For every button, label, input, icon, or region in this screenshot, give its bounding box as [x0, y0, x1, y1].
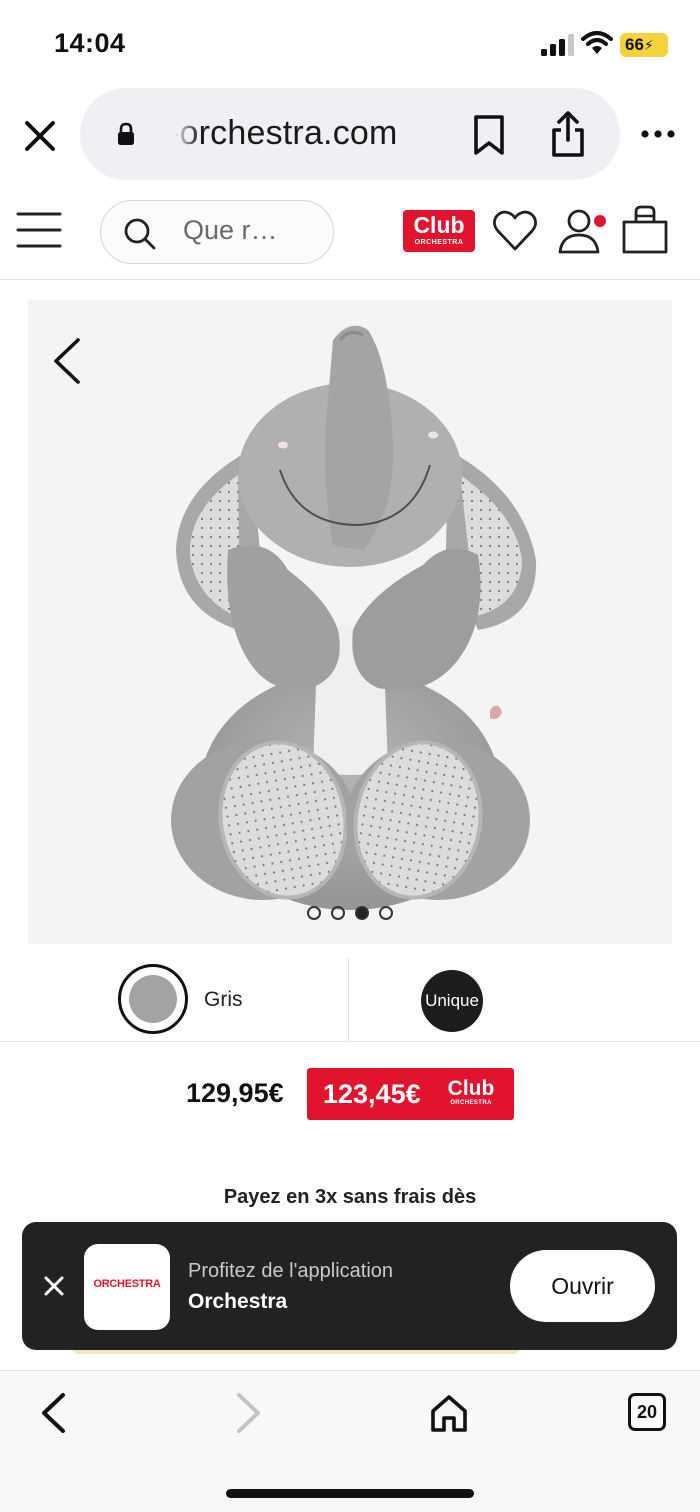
- account-icon[interactable]: [557, 206, 609, 256]
- share-icon[interactable]: [550, 110, 586, 158]
- gallery-prev-icon[interactable]: [48, 336, 86, 386]
- close-icon[interactable]: [22, 118, 58, 154]
- club-price-logo-sub: ORCHESTRA: [450, 1100, 492, 1106]
- color-label: Gris: [204, 988, 243, 1011]
- tabs-icon[interactable]: 20: [628, 1393, 666, 1431]
- wifi-icon: [581, 31, 613, 54]
- price-row: 129,95€ 123,45€ Club ORCHESTRA: [0, 1066, 700, 1122]
- site-header: Club ORCHESTRA: [0, 190, 700, 280]
- club-price: 123,45€: [323, 1079, 421, 1109]
- menu-icon[interactable]: [16, 210, 62, 250]
- club-logo[interactable]: Club ORCHESTRA: [403, 210, 475, 252]
- forward-icon[interactable]: [234, 1391, 264, 1435]
- gallery-dot[interactable]: [307, 906, 321, 920]
- more-icon[interactable]: [640, 126, 676, 142]
- color-swatch: [129, 975, 177, 1023]
- regular-price: 129,95€: [186, 1078, 284, 1108]
- size-option[interactable]: Unique: [421, 970, 483, 1032]
- close-icon[interactable]: [42, 1274, 66, 1298]
- home-indicator: [226, 1489, 474, 1498]
- lock-icon: [118, 122, 134, 145]
- status-time: 14:04: [54, 28, 126, 58]
- app-install-banner: ORCHESTRA Profitez de l'application Orch…: [22, 1222, 677, 1350]
- color-swatch-selected[interactable]: [118, 964, 188, 1034]
- banner-subtitle: Profitez de l'application: [188, 1260, 394, 1282]
- search-icon: [124, 218, 156, 250]
- gallery-dot[interactable]: [379, 906, 393, 920]
- signal-icon: [541, 34, 574, 56]
- club-price-badge: 123,45€ Club ORCHESTRA: [307, 1068, 514, 1120]
- back-icon[interactable]: [38, 1391, 68, 1435]
- app-icon-text: ORCHESTRA: [93, 1278, 161, 1290]
- heart-icon[interactable]: [492, 208, 538, 254]
- club-logo-main: Club: [413, 212, 465, 238]
- search-input[interactable]: [183, 215, 323, 246]
- club-price-logo-main: Club: [447, 1077, 495, 1100]
- browser-toolbar: 20: [0, 1370, 700, 1512]
- variant-selector: Gris Unique: [0, 958, 700, 1042]
- club-price-logo: Club ORCHESTRA: [443, 1078, 499, 1107]
- open-app-button[interactable]: Ouvrir: [510, 1250, 655, 1322]
- url-text[interactable]: -orchestra.com: [168, 114, 398, 153]
- status-bar: 14:04 66⚡: [0, 0, 700, 88]
- product-gallery[interactable]: [28, 300, 672, 944]
- bag-icon[interactable]: [620, 204, 670, 256]
- address-bar[interactable]: -orchestra.com: [80, 88, 620, 180]
- battery-icon: 66⚡: [620, 33, 668, 57]
- gallery-dot-active[interactable]: [355, 906, 369, 920]
- account-notification-dot: [594, 215, 606, 227]
- banner-title: Orchestra: [188, 1290, 288, 1313]
- gallery-dot[interactable]: [331, 906, 345, 920]
- club-logo-sub: ORCHESTRA: [414, 239, 464, 246]
- installments-text: Payez en 3x sans frais dès: [223, 1186, 477, 1208]
- search-box[interactable]: [100, 200, 334, 264]
- battery-level: 66: [625, 35, 644, 54]
- url-fade: [164, 106, 200, 162]
- product-image: [171, 325, 537, 910]
- variant-divider: [348, 958, 349, 1042]
- browser-url-row: -orchestra.com: [0, 88, 700, 184]
- gallery-pagination: [0, 906, 700, 926]
- app-icon: ORCHESTRA: [84, 1244, 170, 1330]
- home-icon[interactable]: [430, 1393, 468, 1433]
- bookmark-icon[interactable]: [472, 114, 506, 156]
